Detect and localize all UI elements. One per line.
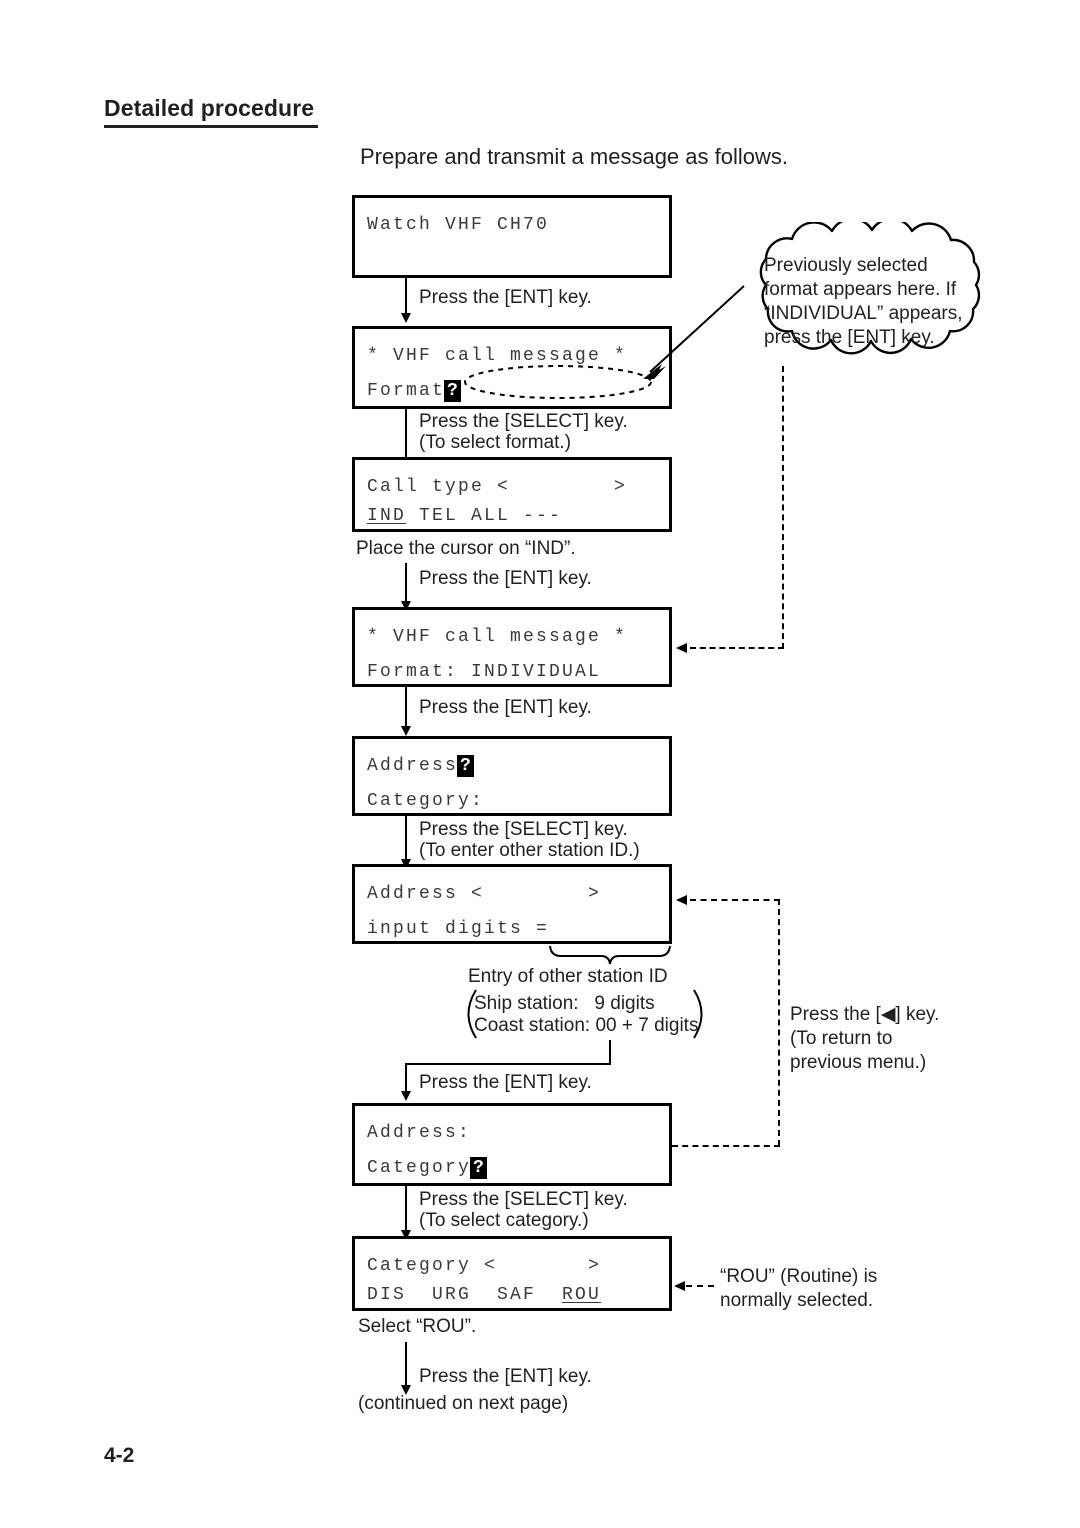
- step-label-select-station-id-sub: (To enter other station ID.): [419, 840, 640, 861]
- connector-6-line-horizontal: [405, 1063, 611, 1065]
- lcd-line-1: Call type < >: [367, 477, 628, 497]
- lcd-line-1: * VHF call message *: [367, 627, 628, 647]
- connector-7-line: [405, 1186, 407, 1234]
- lcd-line-1: Address?: [367, 755, 474, 777]
- document-page: Detailed procedure Prepare and transmit …: [0, 0, 1080, 1528]
- step-label-select-category-sub: (To select category.): [419, 1210, 589, 1231]
- lcd-line-1: Category < >: [367, 1256, 602, 1276]
- lcd-line-2: Format: INDIVIDUAL: [367, 662, 602, 682]
- entry-of-station-id-label: Entry of other station ID: [468, 966, 668, 987]
- return-dashed-line-vertical: [778, 899, 780, 1146]
- lcd-cursor-block: ?: [457, 755, 474, 777]
- lcd-screen-call-type: Call type < > IND TEL ALL ---: [352, 457, 672, 532]
- return-dashed-line-bottom: [672, 1145, 780, 1147]
- step-label-ent-4: Press the [ENT] key.: [419, 1072, 592, 1093]
- continued-label: (continued on next page): [358, 1393, 569, 1414]
- step-label-ent-5: Press the [ENT] key.: [419, 1366, 592, 1387]
- lcd-other-options: DIS URG SAF: [367, 1285, 563, 1305]
- step-label-ent-1: Press the [ENT] key.: [419, 287, 592, 308]
- entry-brace: [549, 945, 671, 965]
- entry-ship-station-line: Ship station: 9 digits: [474, 993, 655, 1014]
- connector-8-line: [405, 1342, 407, 1390]
- connector-4-arrowhead: [401, 726, 411, 736]
- lcd-line-2: Format?: [367, 380, 461, 402]
- cloud-dashed-arrowhead: [676, 643, 687, 653]
- lcd-line-1: Address:: [367, 1123, 472, 1143]
- lcd-line-1: Watch VHF CH70: [367, 215, 550, 235]
- dotted-highlight-ellipse: [464, 365, 652, 399]
- lcd-screen-address-category-cursor: Address: Category?: [352, 1103, 672, 1186]
- lcd-line-2: input digits =: [367, 919, 550, 939]
- lcd-screen-format-individual: * VHF call message * Format: INDIVIDUAL: [352, 607, 672, 687]
- step-label-select-format-sub: (To select format.): [419, 432, 572, 453]
- lcd-line-2: DIS URG SAF ROU: [367, 1285, 601, 1305]
- step-label-select-category: Press the [SELECT] key.: [419, 1189, 628, 1210]
- return-dashed-arrowhead: [676, 895, 687, 905]
- connector-6-line-vertical-right: [609, 1040, 611, 1065]
- lcd-screen-address-prompt: Address? Category:: [352, 736, 672, 816]
- rou-note-dashed-line: [686, 1285, 714, 1287]
- page-section-title: Detailed procedure: [104, 95, 315, 121]
- cloud-dashed-line-horizontal: [690, 647, 784, 649]
- lcd-selected-option: ROU: [562, 1285, 602, 1305]
- connector-5-line: [405, 816, 407, 863]
- lcd-field-category-label: Category: [367, 1158, 472, 1178]
- rou-note-arrowhead: [674, 1281, 685, 1291]
- entry-coast-station-line: Coast station: 00 + 7 digits: [474, 1015, 699, 1036]
- step-label-select-rou: Select “ROU”.: [358, 1316, 477, 1337]
- lcd-line-2: IND TEL ALL ---: [367, 506, 562, 526]
- connector-4-line: [405, 687, 407, 729]
- lcd-screen-category-select: Category < > DIS URG SAF ROU: [352, 1236, 672, 1311]
- return-dashed-line-top: [690, 899, 780, 901]
- step-label-ent-2: Press the [ENT] key.: [419, 568, 592, 589]
- connector-2-line: [405, 409, 407, 461]
- lcd-cursor-block: ?: [470, 1157, 487, 1179]
- lcd-line-2: Category:: [367, 791, 485, 811]
- rou-note-callout: “ROU” (Routine) is normally selected.: [720, 1266, 878, 1311]
- connector-1-line: [405, 278, 407, 315]
- page-number: 4-2: [104, 1444, 135, 1467]
- lcd-screen-address-input: Address < > input digits =: [352, 864, 672, 944]
- intro-sentence: Prepare and transmit a message as follow…: [360, 144, 788, 169]
- lcd-screen-watch-vhf: Watch VHF CH70: [352, 195, 672, 278]
- lcd-other-options: TEL ALL ---: [406, 506, 563, 526]
- step-label-select-format: Press the [SELECT] key.: [419, 411, 628, 432]
- cloud-dashed-line-vertical: [782, 366, 784, 649]
- lcd-selected-option: IND: [367, 506, 407, 526]
- step-label-select-station-id: Press the [SELECT] key.: [419, 819, 628, 840]
- back-key-callout: Press the [◀] key. (To return to previou…: [790, 1004, 940, 1073]
- step-label-ent-3: Press the [ENT] key.: [419, 697, 592, 718]
- step-label-place-cursor-ind: Place the cursor on “IND”.: [356, 538, 576, 559]
- lcd-field-format-label: Format: [367, 381, 446, 401]
- connector-3-line: [405, 563, 407, 605]
- cloud-callout-text: Previously selected format appears here.…: [764, 255, 963, 348]
- section-title-rule: [104, 125, 318, 128]
- lcd-field-address-label: Address: [367, 756, 459, 776]
- lcd-line-1: Address < >: [367, 884, 602, 904]
- lcd-cursor-block: ?: [444, 380, 461, 402]
- connector-1-arrowhead: [401, 313, 411, 323]
- lcd-line-2: Category?: [367, 1157, 487, 1179]
- connector-6-arrowhead: [401, 1091, 411, 1101]
